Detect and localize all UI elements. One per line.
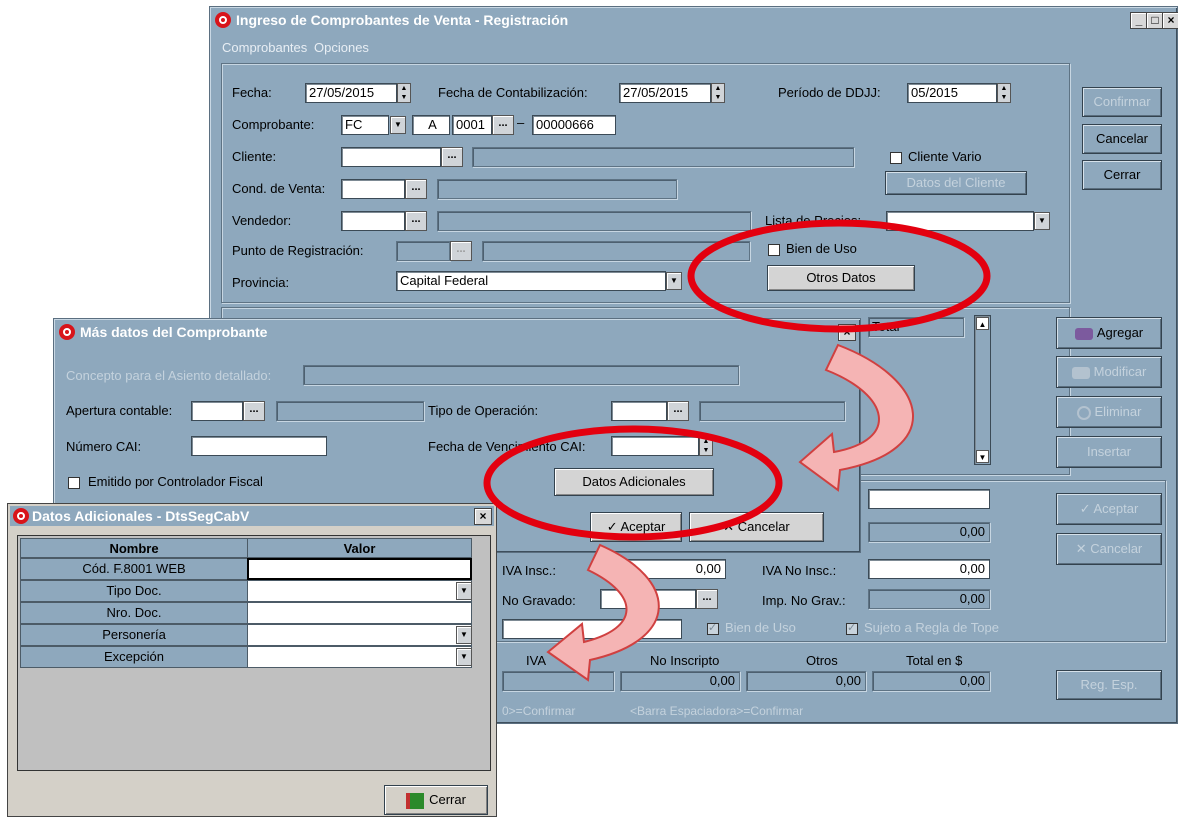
highlight-ellipse-otros-datos <box>687 219 991 333</box>
annotation-overlay <box>483 219 991 682</box>
curved-arrow-2 <box>546 543 660 682</box>
curved-arrow-1 <box>798 343 914 492</box>
highlight-ellipse-datos-adicionales <box>483 425 783 541</box>
